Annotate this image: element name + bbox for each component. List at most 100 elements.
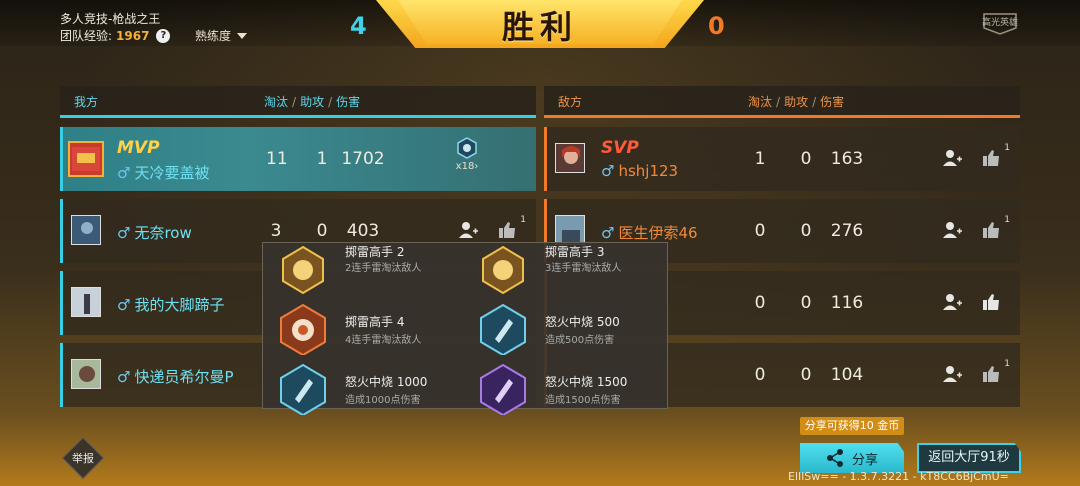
assists: 1 bbox=[316, 149, 328, 169]
avatar[interactable] bbox=[71, 215, 101, 245]
kills: 0 bbox=[754, 221, 766, 241]
player-name[interactable]: ♂ 医生伊索46 bbox=[601, 222, 698, 243]
achievement-item: 怒火中烧 500 造成500点伤害 bbox=[469, 301, 669, 355]
bullet-blue-icon bbox=[480, 303, 526, 355]
svp-tag: SVP bbox=[601, 138, 639, 158]
assists: 0 bbox=[800, 221, 812, 241]
achievement-badge-button[interactable]: x18› bbox=[452, 137, 482, 172]
like-button[interactable]: 1 bbox=[498, 215, 526, 241]
version-string: ElIlSw== - 1.3.7.3221 - kT8CC6BjCmU= bbox=[788, 470, 1009, 483]
col-kills: 淘汰 bbox=[748, 95, 773, 109]
achievement-title: 掷雷高手 3 bbox=[545, 245, 605, 259]
avatar-image bbox=[72, 147, 100, 171]
like-button[interactable]: 1 bbox=[982, 215, 1010, 241]
male-icon: ♂ bbox=[117, 164, 131, 182]
my-team-label: 我方 bbox=[74, 95, 99, 109]
damage: 163 bbox=[830, 149, 864, 169]
player-name[interactable]: ♂ hshj123 bbox=[601, 162, 678, 180]
avatar[interactable] bbox=[68, 141, 104, 177]
player-name[interactable]: ♂ 天冷要盖被 bbox=[117, 162, 209, 183]
add-friend-button[interactable] bbox=[942, 293, 964, 313]
add-friend-button[interactable] bbox=[942, 149, 964, 169]
report-button[interactable]: 举报 bbox=[68, 450, 98, 466]
assists: 0 bbox=[800, 149, 812, 169]
assists: 0 bbox=[800, 293, 812, 313]
badge-count: x18› bbox=[455, 161, 479, 172]
thumbs-up-icon bbox=[983, 222, 999, 238]
mvp-tag: MVP bbox=[117, 138, 160, 158]
add-friend-icon bbox=[943, 366, 962, 382]
grenade-gold-icon bbox=[482, 245, 524, 295]
achievement-item: 掷雷高手 3 3连手雷淘汰敌人 bbox=[469, 241, 669, 295]
avatar-image bbox=[556, 144, 584, 172]
row-stripe bbox=[60, 343, 63, 407]
achievement-desc: 造成1500点伤害 bbox=[545, 395, 621, 406]
row-stripe bbox=[544, 127, 547, 191]
hero-label: 高光英雄 bbox=[981, 18, 1018, 28]
row-stripe bbox=[60, 271, 63, 335]
damage: 116 bbox=[830, 293, 864, 313]
add-friend-icon bbox=[943, 222, 962, 238]
achievement-desc: 3连手雷淘汰敌人 bbox=[545, 263, 622, 274]
achievement-item: 掷雷高手 2 2连手雷淘汰敌人 bbox=[269, 241, 469, 295]
like-button[interactable]: 1 bbox=[982, 143, 1010, 169]
avatar[interactable] bbox=[71, 287, 101, 317]
enemy-team-label: 敌方 bbox=[558, 95, 583, 109]
add-friend-icon bbox=[943, 150, 962, 166]
enemy-team-score: 0 bbox=[708, 12, 725, 40]
my-team-header: 我方 淘汰 / 助攻 / 伤害 bbox=[60, 86, 536, 118]
add-friend-button[interactable] bbox=[942, 365, 964, 385]
player-name-text: 我的大脚蹄子 bbox=[134, 296, 225, 314]
achievement-title: 怒火中烧 1500 bbox=[545, 375, 628, 389]
like-button[interactable]: 1 bbox=[982, 359, 1010, 385]
male-icon: ♂ bbox=[601, 224, 615, 242]
avatar[interactable] bbox=[71, 359, 101, 389]
male-icon: ♂ bbox=[601, 162, 615, 180]
col-sep: / bbox=[812, 95, 817, 109]
damage: 104 bbox=[830, 365, 864, 385]
like-count: 1 bbox=[1004, 143, 1010, 153]
achievement-popup: 掷雷高手 2 2连手雷淘汰敌人 掷雷高手 3 3连手雷淘汰敌人 掷雷高手 4 4… bbox=[262, 241, 669, 415]
highlight-hero-button[interactable]: 高光英雄 bbox=[980, 10, 1020, 36]
add-friend-button[interactable] bbox=[458, 221, 480, 241]
player-row[interactable]: SVP ♂ hshj123 1 0 163 1 bbox=[544, 127, 1020, 191]
kills: 0 bbox=[754, 293, 766, 313]
player-name-text: 快递员希尔曼P bbox=[134, 368, 234, 386]
damage: 1702 bbox=[341, 149, 385, 169]
achievement-title: 怒火中烧 1000 bbox=[345, 375, 428, 389]
kills: 0 bbox=[754, 365, 766, 385]
enemy-team-columns: 淘汰 / 助攻 / 伤害 bbox=[748, 86, 844, 118]
kills: 11 bbox=[266, 149, 288, 169]
back-to-lobby-button[interactable]: 返回大厅91秒 bbox=[917, 443, 1021, 473]
add-friend-button[interactable] bbox=[942, 221, 964, 241]
avatar[interactable] bbox=[555, 143, 585, 173]
like-count: 1 bbox=[1004, 215, 1010, 225]
like-button[interactable] bbox=[982, 293, 1004, 313]
player-name[interactable]: ♂ 我的大脚蹄子 bbox=[117, 294, 224, 315]
player-row[interactable]: MVP ♂ 天冷要盖被 11 1 1702 x18› bbox=[60, 127, 536, 191]
thumbs-up-icon bbox=[499, 222, 515, 238]
col-sep: / bbox=[292, 95, 297, 109]
achievement-title: 怒火中烧 500 bbox=[545, 315, 620, 329]
like-count: 1 bbox=[520, 215, 526, 225]
player-name-text: 医生伊索46 bbox=[618, 224, 698, 242]
achievement-title: 掷雷高手 4 bbox=[345, 315, 405, 329]
player-name-text: 无奈row bbox=[134, 224, 192, 242]
avatar-image bbox=[72, 216, 100, 244]
share-reward-tip: 分享可获得10 金币 bbox=[800, 417, 904, 435]
grenade-gold-icon bbox=[282, 245, 324, 295]
col-sep: / bbox=[328, 95, 333, 109]
row-stripe bbox=[60, 127, 63, 191]
share-label: 分享 bbox=[851, 452, 878, 468]
player-name[interactable]: ♂ 无奈row bbox=[117, 222, 192, 243]
male-icon: ♂ bbox=[117, 368, 131, 386]
player-name[interactable]: ♂ 快递员希尔曼P bbox=[117, 366, 234, 387]
avatar-image bbox=[72, 360, 100, 388]
thumbs-up-icon bbox=[983, 366, 999, 382]
row-stripe bbox=[60, 199, 63, 263]
share-button[interactable]: 分享 bbox=[800, 443, 904, 473]
achievement-item: 掷雷高手 4 4连手雷淘汰敌人 bbox=[269, 301, 469, 355]
achievement-item: 怒火中烧 1500 造成1500点伤害 bbox=[469, 361, 669, 415]
match-result: 胜利 bbox=[501, 8, 578, 46]
col-assists: 助攻 bbox=[784, 95, 809, 109]
